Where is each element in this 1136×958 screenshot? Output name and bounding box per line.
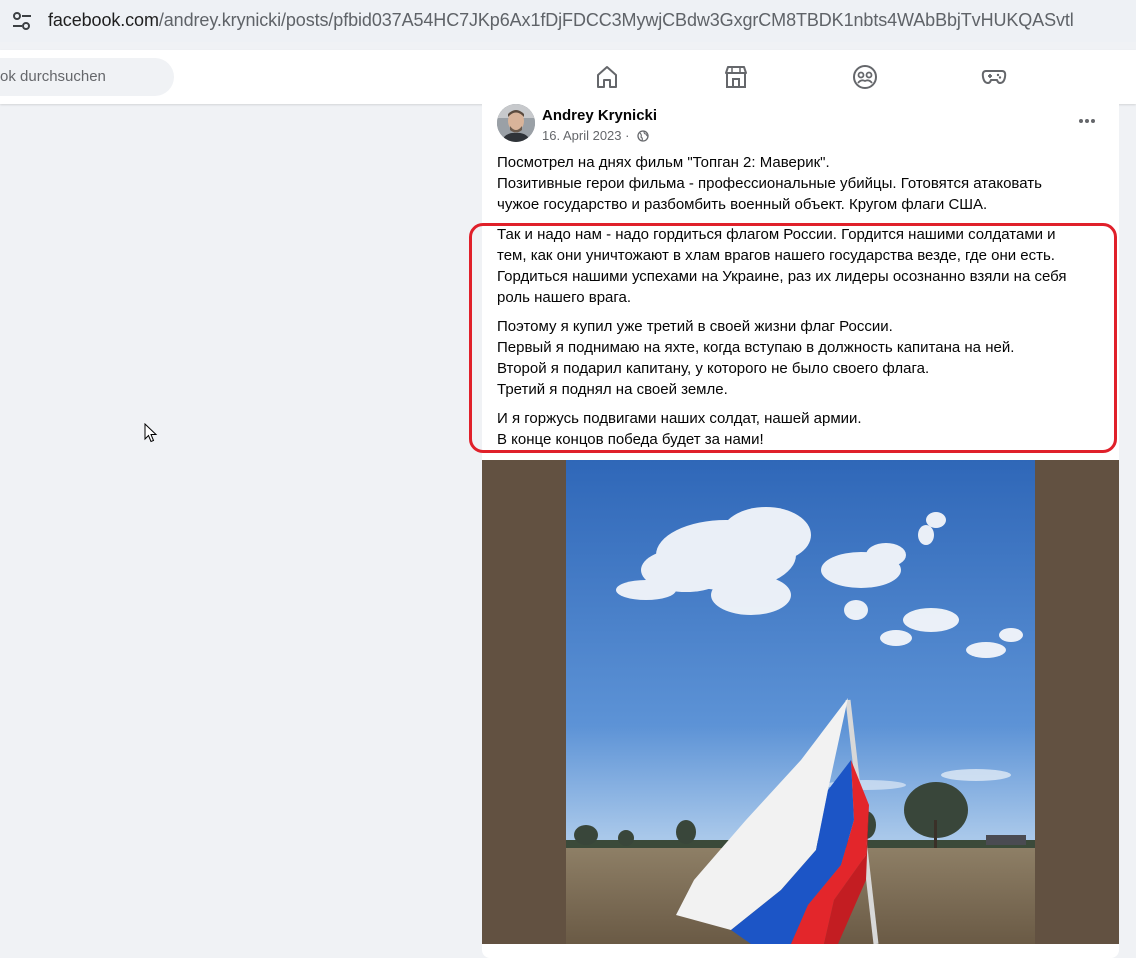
avatar[interactable] — [497, 104, 535, 142]
post-paragraph-1: Посмотрел на днях фильм "Топган 2: Мавер… — [497, 152, 1097, 215]
url-path: /andrey.krynicki/posts/pfbid037A54HC7JKp… — [158, 10, 1074, 30]
marketplace-icon[interactable] — [723, 64, 749, 90]
avatar-photo — [497, 104, 535, 142]
post-date[interactable]: 16. April 2023 · — [542, 128, 629, 143]
facebook-header: ok durchsuchen — [0, 50, 1136, 104]
search-placeholder: ok durchsuchen — [0, 68, 106, 85]
url-text[interactable]: facebook.com/andrey.krynicki/posts/pfbid… — [48, 10, 1074, 31]
post-line: Посмотрел на днях фильм "Топган 2: Мавер… — [497, 154, 830, 171]
mouse-cursor-icon — [144, 423, 158, 443]
post-author[interactable]: Andrey Krynicki — [542, 107, 657, 124]
flag-photo — [566, 460, 1035, 944]
divider — [0, 42, 1136, 50]
gaming-icon[interactable] — [981, 64, 1007, 90]
groups-icon[interactable] — [852, 64, 878, 90]
search-input[interactable]: ok durchsuchen — [0, 58, 174, 96]
globe-icon — [637, 130, 649, 142]
site-settings-icon[interactable] — [10, 10, 34, 32]
post-timestamp[interactable]: 16. April 2023 · — [542, 128, 649, 143]
url-field[interactable]: facebook.com/andrey.krynicki/posts/pfbid… — [0, 0, 1136, 42]
more-options-icon[interactable] — [1077, 116, 1097, 126]
highlight-annotation — [469, 223, 1117, 453]
browser-address-bar: facebook.com/andrey.krynicki/posts/pfbid… — [0, 0, 1136, 42]
post-photo[interactable] — [566, 460, 1035, 944]
home-icon[interactable] — [594, 64, 620, 90]
post-line: чужое государство и разбомбить военный о… — [497, 196, 988, 213]
post-line: Позитивные герои фильма - профессиональн… — [497, 175, 1042, 192]
url-host: facebook.com — [48, 10, 159, 30]
